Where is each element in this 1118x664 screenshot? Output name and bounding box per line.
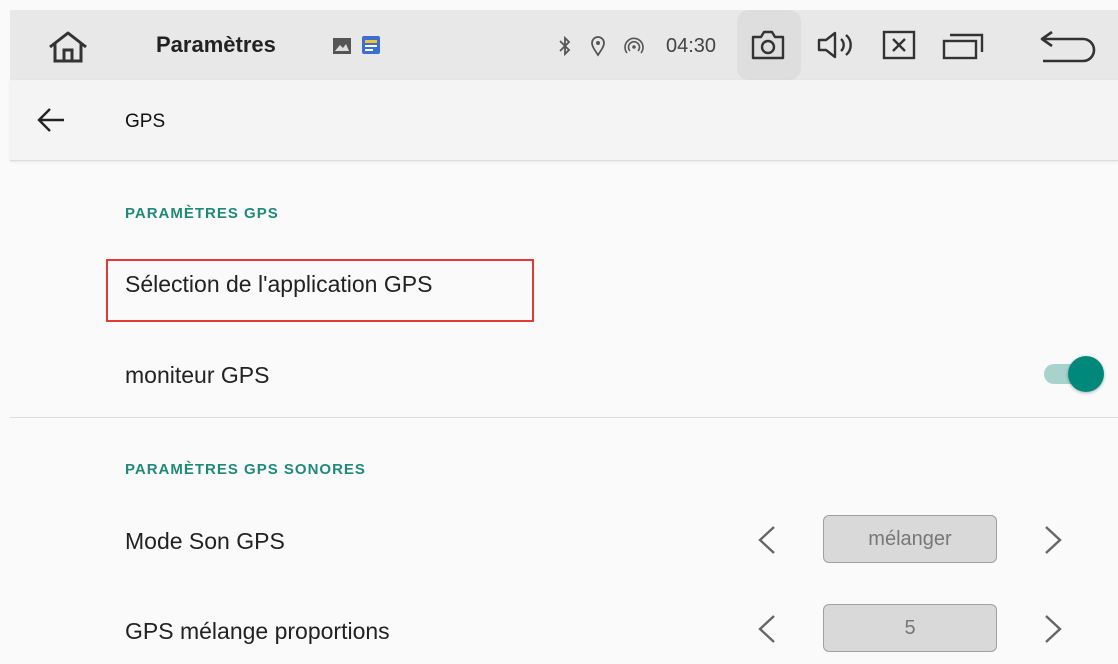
status-bar-app-title: Paramètres	[156, 32, 276, 57]
status-bar: Paramètres 04:30	[10, 10, 1118, 80]
page-title: GPS	[125, 111, 166, 132]
gps-monitor-toggle[interactable]	[1040, 356, 1104, 392]
arrow-back-icon[interactable]	[36, 106, 66, 134]
section-header-gps-sound: PARAMÈTRES GPS SONORES	[125, 461, 366, 478]
section-header-gps-settings: PARAMÈTRES GPS	[125, 205, 279, 222]
bluetooth-icon	[559, 36, 571, 56]
camera-icon[interactable]	[750, 29, 786, 61]
volume-icon[interactable]	[816, 29, 856, 61]
gps-mix-proportion-value: 5	[823, 604, 997, 652]
home-icon[interactable]	[46, 30, 90, 64]
gps-sound-mode-value: mélanger	[823, 515, 997, 563]
highlight-box	[106, 259, 534, 322]
chevron-right-icon[interactable]	[1038, 523, 1068, 557]
section-divider	[10, 417, 1118, 418]
gps-monitor-label: moniteur GPS	[125, 362, 270, 388]
hotspot-icon	[624, 37, 644, 54]
gps-mix-proportion-label: GPS mélange proportions	[125, 618, 390, 644]
image-icon	[333, 38, 351, 54]
chevron-left-icon[interactable]	[752, 523, 782, 557]
toggle-thumb	[1068, 356, 1104, 392]
chevron-left-icon[interactable]	[752, 612, 782, 646]
app-notification-icon	[362, 36, 380, 54]
app-bar: GPS	[10, 80, 1118, 161]
location-icon	[591, 36, 605, 57]
gps-sound-mode-label: Mode Son GPS	[125, 528, 285, 554]
recent-apps-icon[interactable]	[942, 32, 984, 60]
chevron-right-icon[interactable]	[1038, 612, 1068, 646]
back-icon[interactable]	[1038, 28, 1098, 64]
close-window-icon[interactable]	[882, 30, 916, 60]
clock: 04:30	[666, 35, 717, 57]
